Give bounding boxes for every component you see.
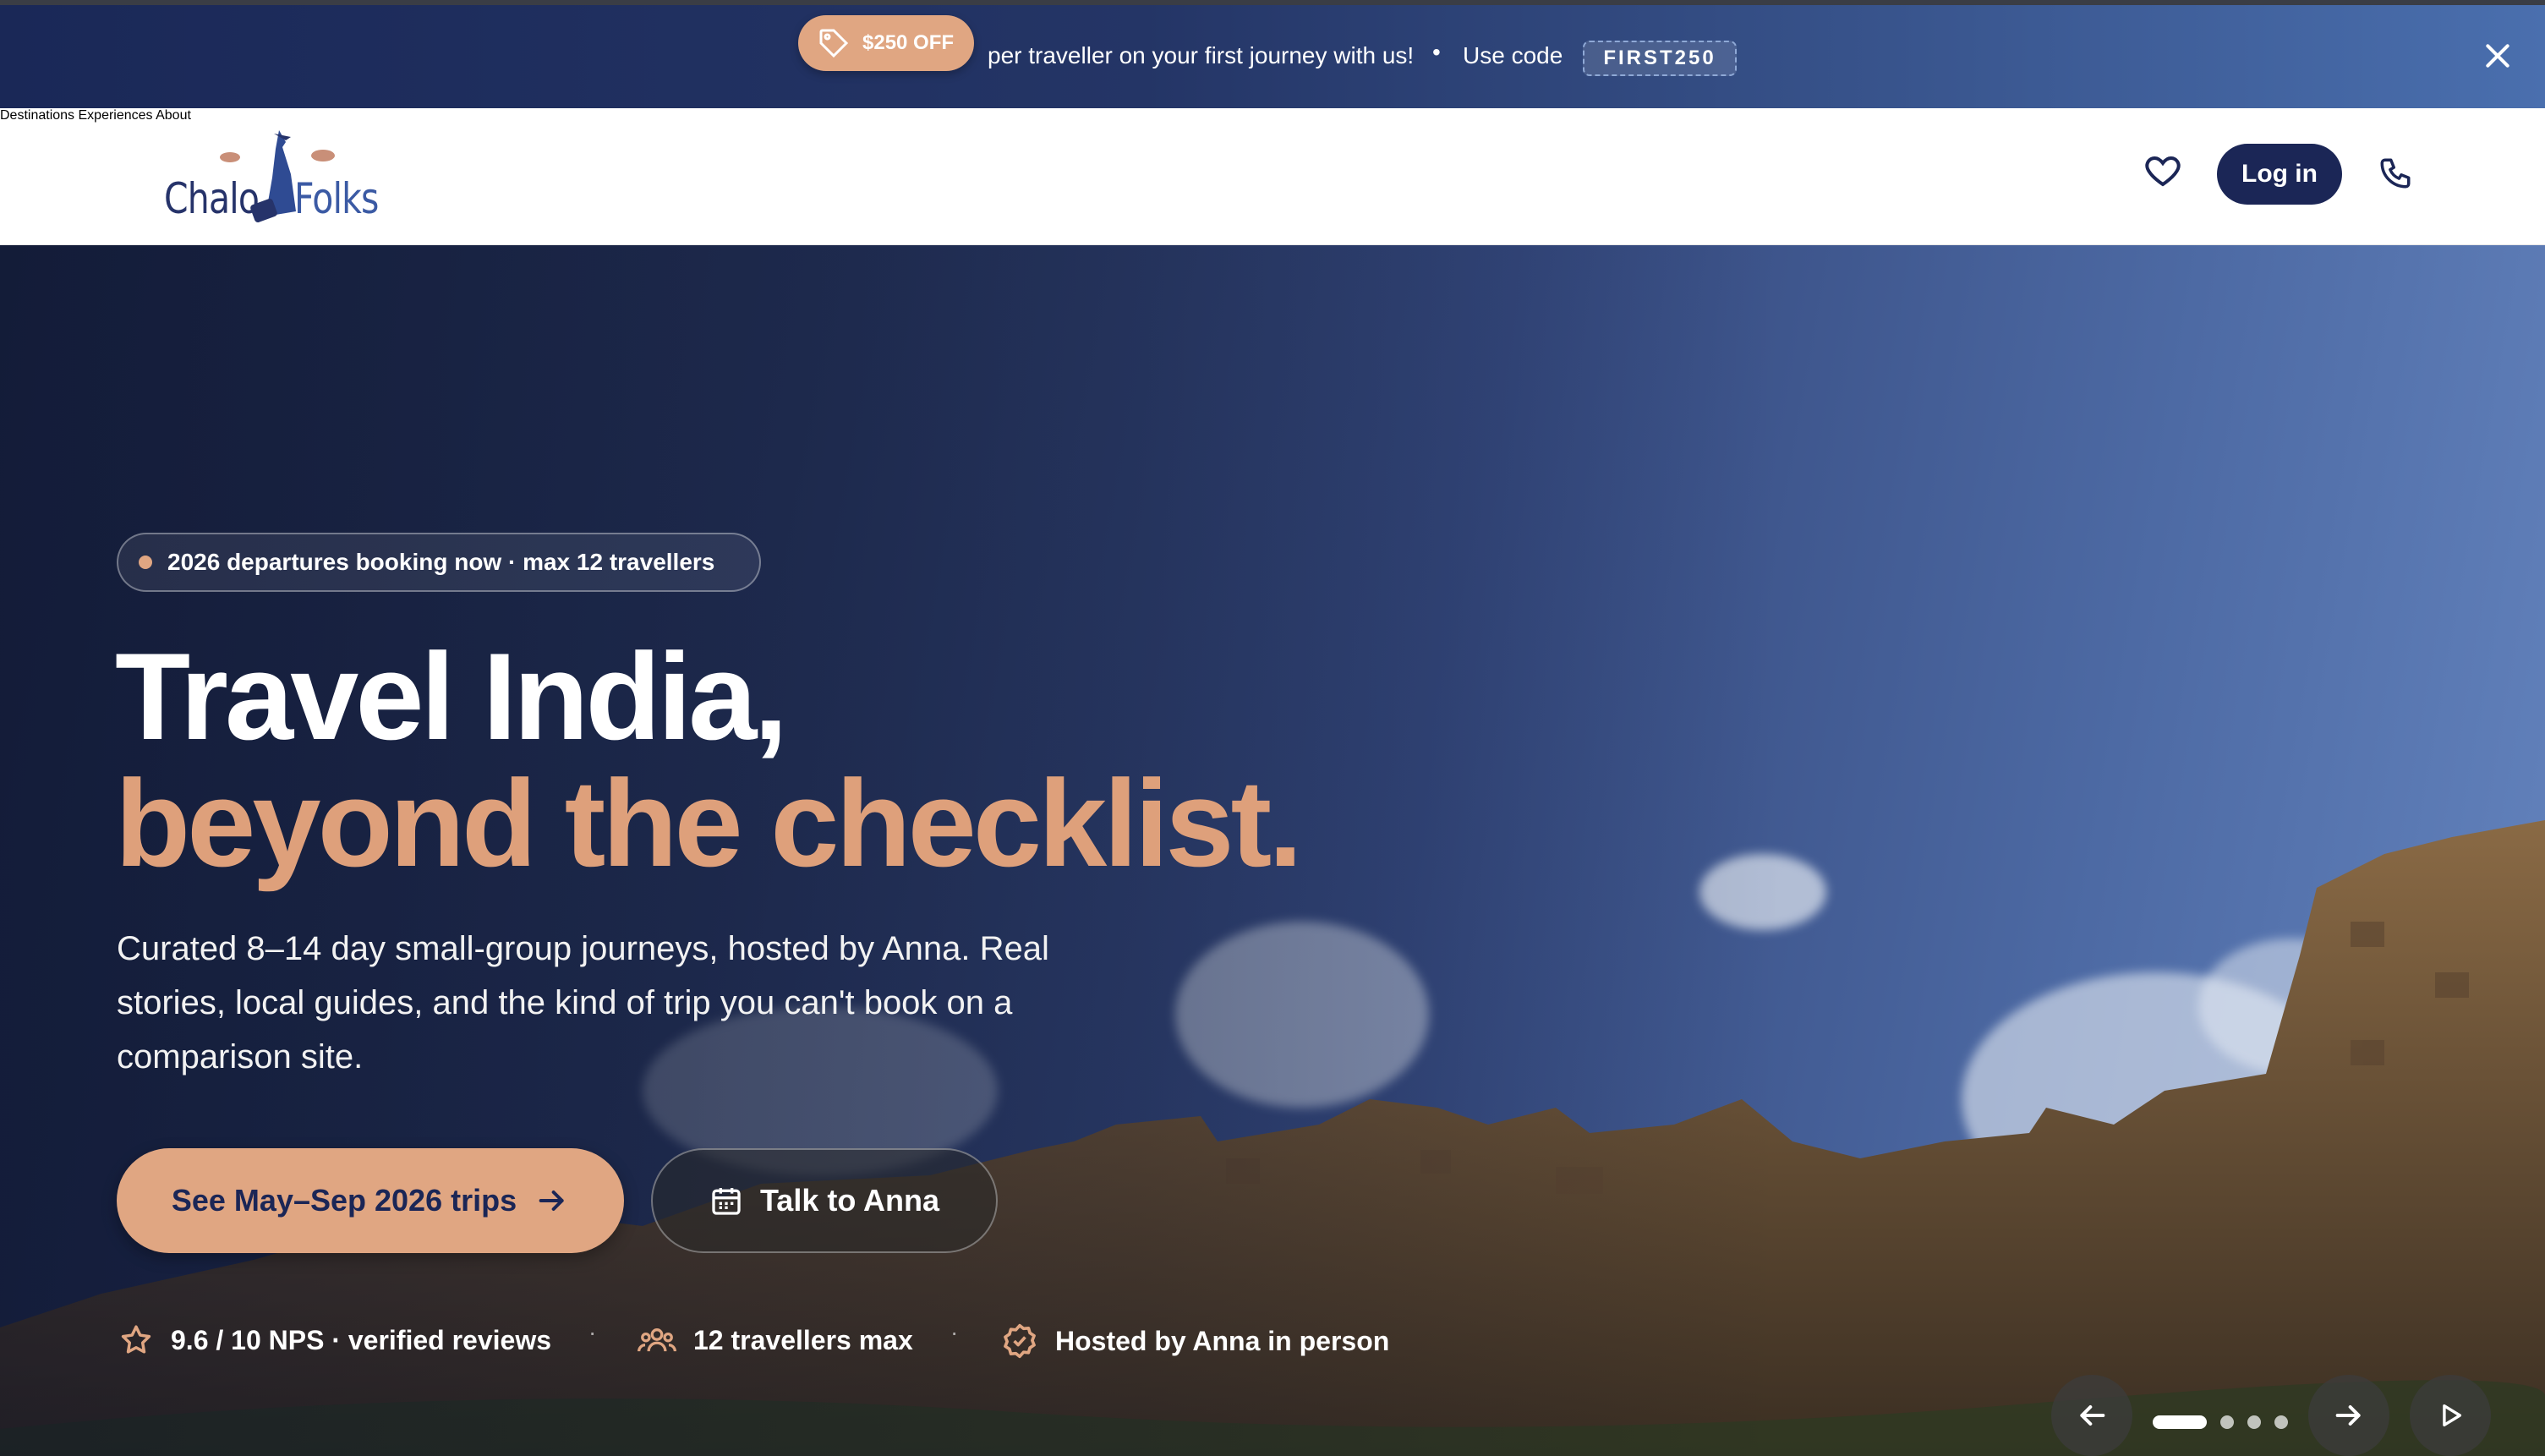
carousel-dot[interactable] — [2274, 1415, 2288, 1429]
promo-separator: • — [1432, 39, 1441, 65]
discount-badge-label: $250 OFF — [862, 31, 955, 54]
talk-to-anna-button[interactable]: Talk to Anna — [651, 1148, 998, 1253]
logo[interactable]: Chalo Folks — [161, 123, 397, 230]
trust-separator: · — [588, 1319, 597, 1345]
carousel-prev-button[interactable] — [2051, 1375, 2132, 1456]
star-icon — [121, 1325, 151, 1354]
hero-headline-line1: Travel India, — [115, 627, 788, 765]
logo-text-folks: Folks — [294, 174, 379, 223]
booking-badge: 2026 departures booking now · max 12 tra… — [117, 533, 761, 592]
trust-item-reviews: 9.6 / 10 NPS · verified reviews — [118, 1322, 551, 1358]
phone-icon[interactable] — [2378, 156, 2413, 191]
tag-icon — [819, 29, 849, 58]
carousel-next-button[interactable] — [2308, 1375, 2389, 1456]
promo-banner: $250 OFF per traveller on your first jou… — [0, 0, 2545, 108]
see-trips-button-label: See May–Sep 2026 trips — [171, 1183, 517, 1218]
play-icon — [2443, 1404, 2462, 1427]
carousel-dot[interactable] — [2153, 1415, 2207, 1429]
trust-item-group-size: 12 travellers max — [638, 1322, 913, 1358]
nav-about[interactable]: About — [156, 108, 191, 123]
close-icon[interactable] — [2481, 39, 2515, 73]
trust-separator: · — [950, 1319, 959, 1345]
hero-section: 2026 departures booking now · max 12 tra… — [0, 245, 2545, 1456]
nav-destinations[interactable]: Destinations — [0, 108, 74, 123]
main-nav: Destinations Experiences About — [0, 108, 2545, 123]
nav-experiences[interactable]: Experiences — [79, 108, 153, 123]
hero-lead: Curated 8–14 day small-group journeys, h… — [117, 930, 1049, 1076]
promo-use-code-label: Use code — [1463, 42, 1563, 68]
promo-code[interactable]: FIRST250 — [1583, 41, 1737, 76]
trust-item-host: Hosted by Anna in person — [1001, 1322, 1389, 1360]
discount-badge: $250 OFF — [798, 15, 974, 71]
login-button[interactable]: Log in — [2217, 144, 2342, 205]
trust-item-reviews-label: 9.6 / 10 NPS · verified reviews — [171, 1324, 552, 1355]
verified-badge-icon — [1004, 1323, 1036, 1359]
promo-message: per traveller on your first journey with… — [988, 42, 1415, 68]
site-header: Chalo Folks Destinations Experiences Abo… — [0, 108, 2545, 245]
see-trips-button[interactable]: See May–Sep 2026 trips — [117, 1148, 624, 1253]
calendar-icon — [712, 1188, 741, 1215]
logo-text-chalo: Chalo — [164, 174, 260, 223]
status-dot — [139, 556, 152, 569]
arrow-right-icon — [2335, 1405, 2361, 1426]
arrow-right-icon — [539, 1191, 564, 1211]
arrow-left-icon — [2080, 1405, 2105, 1426]
trust-item-group-size-label: 12 travellers max — [693, 1324, 913, 1355]
trust-item-host-label: Hosted by Anna in person — [1055, 1325, 1390, 1356]
talk-to-anna-button-label: Talk to Anna — [759, 1183, 939, 1218]
heart-icon[interactable] — [2143, 151, 2183, 191]
carousel-play-button[interactable] — [2410, 1375, 2491, 1456]
booking-badge-label: 2026 departures booking now · max 12 tra… — [167, 549, 715, 575]
group-icon — [638, 1328, 676, 1352]
carousel-dot[interactable] — [2220, 1415, 2234, 1429]
carousel-dot[interactable] — [2247, 1415, 2261, 1429]
hero-headline-line2: beyond the checklist. — [115, 754, 1303, 892]
carousel-indicators — [2153, 1415, 2288, 1429]
